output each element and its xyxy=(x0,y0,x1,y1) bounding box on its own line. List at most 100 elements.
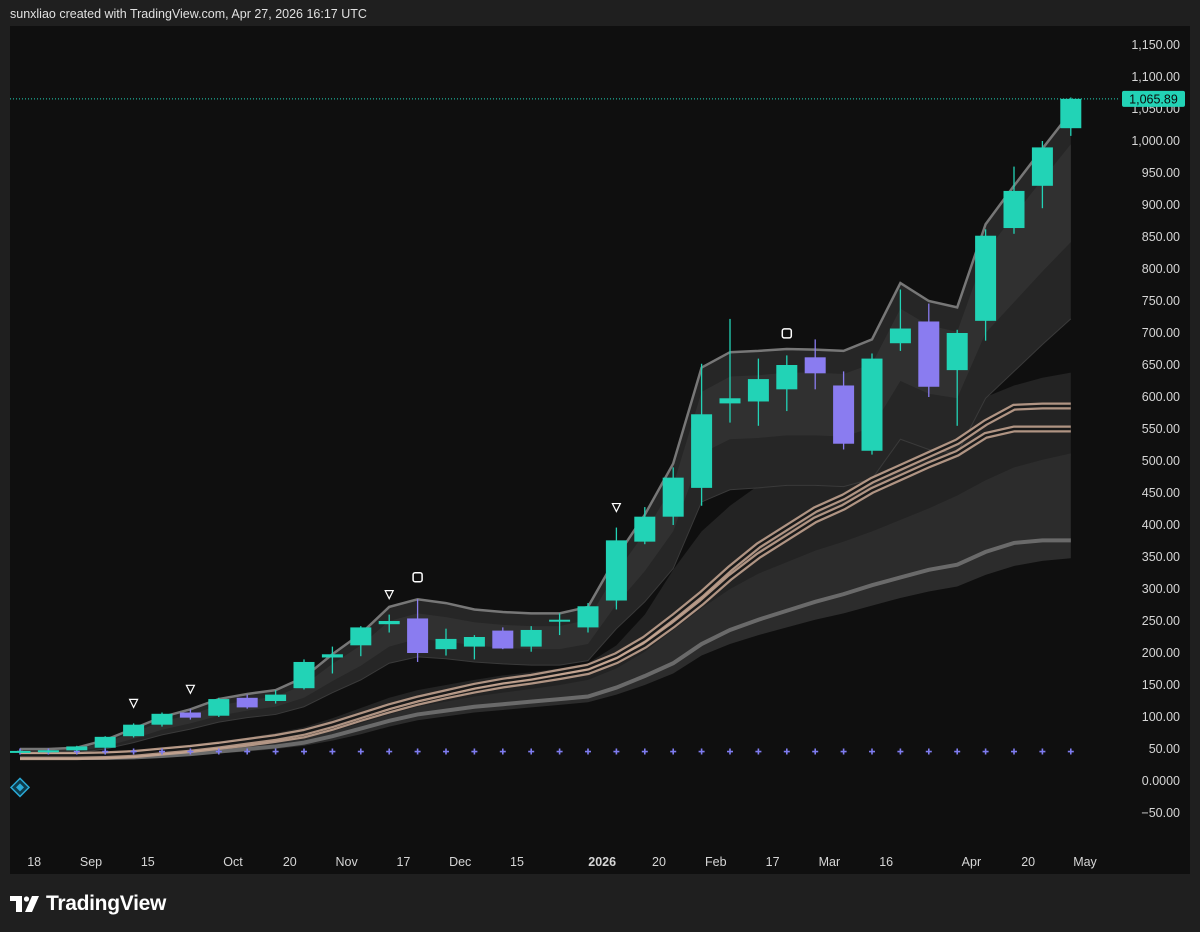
y-tick-label: 850.00 xyxy=(1142,230,1180,244)
cross-marker xyxy=(812,748,819,755)
x-tick-label: 20 xyxy=(283,855,297,869)
candle-body xyxy=(520,629,542,647)
candle-body xyxy=(1003,190,1025,229)
candle[interactable] xyxy=(208,697,230,717)
candle-body xyxy=(463,637,485,647)
y-axis[interactable]: 1,150.001,100.001,050.001,000.00950.0090… xyxy=(1122,38,1185,820)
cross-marker xyxy=(528,748,535,755)
x-tick-label: May xyxy=(1073,855,1097,869)
cross-marker xyxy=(783,748,790,755)
cross-marker xyxy=(925,748,932,755)
candle-body xyxy=(10,750,31,753)
candle[interactable] xyxy=(861,353,883,455)
last-price-tag[interactable]: 1,065.89 xyxy=(1122,90,1185,107)
y-tick-label: 950.00 xyxy=(1142,166,1180,180)
candle-body xyxy=(492,630,514,649)
candle-body xyxy=(605,540,627,601)
x-tick-label: 20 xyxy=(652,855,666,869)
x-tick-label: Sep xyxy=(80,855,102,869)
y-tick-label: 50.00 xyxy=(1149,742,1180,756)
candle[interactable] xyxy=(94,736,116,749)
triangle-marker xyxy=(185,684,196,695)
candle-body xyxy=(179,712,201,718)
x-tick-label: 15 xyxy=(141,855,155,869)
x-tick-label: Oct xyxy=(223,855,243,869)
cross-marker xyxy=(301,748,307,755)
y-tick-label: 350.00 xyxy=(1142,550,1180,564)
candle[interactable] xyxy=(605,527,627,610)
candle-body xyxy=(776,365,798,390)
chart-pane[interactable]: 1,150.00 1,100.00 1,050.00 1,000.00 950.00 90… xyxy=(10,26,1190,874)
candle-body xyxy=(1031,147,1053,186)
candle-body xyxy=(662,477,684,517)
tradingview-logo-icon xyxy=(10,896,39,912)
candle-body xyxy=(321,654,343,658)
cross-marker xyxy=(443,748,449,755)
square-marker xyxy=(781,328,793,339)
y-tick-label: 550.00 xyxy=(1142,422,1180,436)
cross-marker xyxy=(386,748,393,755)
candle[interactable] xyxy=(293,659,315,690)
candle-body xyxy=(435,638,457,650)
candle[interactable] xyxy=(123,723,145,738)
candle-body xyxy=(889,328,911,344)
x-tick-label: 20 xyxy=(1021,855,1035,869)
y-tick-label: 450.00 xyxy=(1142,486,1180,500)
cross-marker xyxy=(272,748,279,755)
triangle-marker xyxy=(384,589,395,600)
candle[interactable] xyxy=(151,712,173,727)
cross-marker xyxy=(670,748,677,755)
candle-body xyxy=(747,379,769,402)
footer: TradingView xyxy=(10,888,166,920)
x-axis[interactable]: 18 Sep 15 Oct 20 Nov 17 Dec 15 2026 20 Feb 17 Mar 16 Ap… xyxy=(27,855,1097,869)
candle-body xyxy=(151,713,173,725)
candle-body xyxy=(975,235,997,321)
x-tick-label: 16 xyxy=(879,855,893,869)
y-tick-label: 250.00 xyxy=(1142,614,1180,628)
candle-body xyxy=(577,606,599,628)
cross-marker xyxy=(414,748,421,755)
cross-marker xyxy=(869,748,875,755)
cross-marker xyxy=(556,748,563,755)
price-band xyxy=(20,111,1072,755)
candle-body xyxy=(691,414,713,488)
x-tick-label: 2026 xyxy=(588,855,616,869)
y-tick-label: 700.00 xyxy=(1142,326,1180,340)
candlestick-chart[interactable]: 1,150.001,100.001,050.001,000.00950.0090… xyxy=(10,26,1190,874)
x-tick-label: Apr xyxy=(962,855,981,869)
y-tick-label: 300.00 xyxy=(1142,582,1180,596)
candle-body xyxy=(265,694,287,701)
x-tick-label: Dec xyxy=(449,855,471,869)
candle-body xyxy=(719,398,741,404)
y-tick-label: 600.00 xyxy=(1142,390,1180,404)
candle[interactable] xyxy=(492,627,514,650)
cross-marker xyxy=(1011,748,1017,755)
x-tick-label: Feb xyxy=(705,855,727,869)
y-tick-label: 500.00 xyxy=(1142,454,1180,468)
candle-body xyxy=(66,746,88,751)
chart-attribution: sunxliao created with TradingView.com, A… xyxy=(10,7,367,21)
y-tick-label: 100.00 xyxy=(1142,710,1180,724)
cross-marker xyxy=(897,748,904,755)
cross-marker xyxy=(727,748,733,755)
cross-marker xyxy=(755,748,762,755)
candle-body xyxy=(804,357,826,374)
candle[interactable] xyxy=(66,745,88,751)
cross-marker xyxy=(471,748,478,755)
candle-body xyxy=(946,333,968,371)
y-tick-label: 800.00 xyxy=(1142,262,1180,276)
y-tick-label: 150.00 xyxy=(1142,678,1180,692)
x-tick-label: 15 xyxy=(510,855,524,869)
y-tick-label: 900.00 xyxy=(1142,198,1180,212)
square-marker xyxy=(412,571,423,583)
candle-body xyxy=(918,321,940,387)
y-tick-label: 1,100.00 xyxy=(1131,70,1180,84)
cross-marker xyxy=(1067,748,1074,755)
cross-marker xyxy=(698,748,705,755)
y-tick-label: −50.00 xyxy=(1141,806,1180,820)
x-tick-label: 18 xyxy=(27,855,41,869)
candle-body xyxy=(549,619,571,622)
candle-body xyxy=(378,621,400,625)
cross-marker xyxy=(329,748,336,755)
cross-marker xyxy=(499,748,506,755)
